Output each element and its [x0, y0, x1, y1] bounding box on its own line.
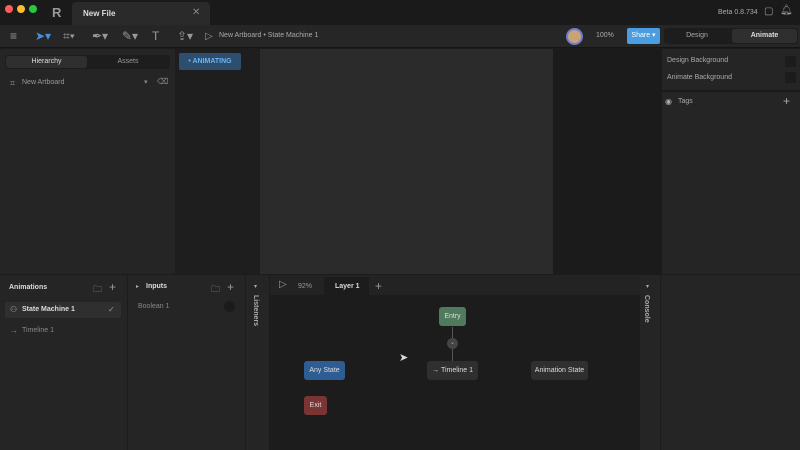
tab-assets[interactable]: Assets — [88, 58, 168, 65]
add-input-button[interactable]: + — [227, 280, 234, 294]
bottom-right-panel — [661, 275, 800, 450]
animation-state-node[interactable]: Animation State — [531, 361, 588, 380]
check-icon: ✓ — [108, 305, 115, 314]
folder-icon[interactable]: 🗀︎ — [211, 282, 220, 298]
artboard-tool-icon[interactable]: ⌗▾ — [63, 29, 75, 44]
tab-layer-1[interactable]: Layer 1 — [324, 277, 369, 295]
animate-background-label: Animate Background — [667, 74, 732, 81]
export-tool-icon[interactable]: ⇪▾ — [177, 29, 193, 43]
input-item-boolean[interactable]: Boolean 1 — [138, 303, 170, 310]
divider — [662, 90, 800, 92]
state-machine-icon: ⚇ — [10, 305, 18, 314]
animating-label: ANIMATING — [192, 58, 232, 65]
timeline-node[interactable]: → Timeline 1 — [427, 361, 478, 380]
layer-tab-label: Layer 1 — [335, 283, 360, 290]
stage-right — [553, 49, 662, 274]
file-tab[interactable]: New File ✕ — [72, 2, 210, 25]
exit-node[interactable]: Exit — [304, 396, 327, 415]
inputs-title: Inputs — [146, 283, 167, 290]
bell-icon[interactable]: 🔔︎ — [780, 5, 793, 16]
menu-icon[interactable]: ≡ — [10, 29, 17, 43]
select-tool-icon[interactable]: ➤▾ — [35, 29, 51, 43]
hierarchy-item-artboard[interactable]: New Artboard — [22, 79, 64, 86]
design-background-swatch[interactable] — [785, 56, 796, 67]
artboard-canvas[interactable] — [260, 49, 553, 274]
add-tag-button[interactable]: + — [783, 94, 790, 108]
tab-hierarchy[interactable]: Hierarchy — [6, 56, 87, 68]
chevron-down-icon[interactable]: ▾ — [646, 283, 649, 290]
chevron-down-icon[interactable]: ▾ — [144, 78, 148, 86]
console-label[interactable]: Console — [643, 295, 650, 323]
inspector-panel — [662, 49, 800, 274]
transition-icon[interactable]: ⌄ — [447, 338, 458, 349]
text-tool-icon[interactable]: T — [152, 29, 159, 43]
design-mode-tab[interactable]: Design — [664, 32, 730, 39]
zoom-dropdown[interactable]: 100% — [596, 32, 614, 39]
animate-background-swatch[interactable] — [785, 72, 796, 83]
close-window-button[interactable] — [5, 5, 13, 13]
feedback-icon[interactable]: ▢ — [764, 6, 773, 17]
entry-node[interactable]: Entry — [439, 307, 466, 326]
design-background-label: Design Background — [667, 57, 729, 64]
share-label: Share — [631, 32, 651, 39]
artboard-icon: ⌗ — [10, 78, 16, 88]
play-icon[interactable]: ▷ — [279, 279, 287, 290]
play-icon[interactable]: ▷ — [205, 31, 213, 42]
animations-title: Animations — [9, 284, 48, 291]
tags-label: Tags — [678, 98, 693, 105]
animate-mode-tab[interactable]: Animate — [732, 29, 797, 43]
version-label: Beta 0.8.734 — [718, 9, 758, 16]
add-animation-button[interactable]: + — [109, 280, 116, 294]
stage-left — [175, 49, 260, 274]
animation-item-timeline[interactable]: Timeline 1 — [22, 327, 54, 334]
boolean-toggle[interactable] — [224, 301, 235, 312]
any-state-node[interactable]: Any State — [304, 361, 345, 380]
graph-zoom[interactable]: 92% — [298, 283, 312, 290]
timeline-icon: → — [10, 326, 18, 335]
add-layer-button[interactable]: + — [375, 279, 382, 293]
listeners-label[interactable]: Listeners — [252, 295, 259, 326]
rive-logo-icon[interactable]: R — [52, 5, 61, 20]
cursor-icon: ➤ — [399, 352, 409, 364]
collapse-icon[interactable]: ▸ — [136, 283, 139, 290]
share-button[interactable]: Share ▾ — [627, 28, 660, 44]
folder-icon[interactable]: 🗀︎ — [93, 282, 102, 298]
minimize-window-button[interactable] — [17, 5, 25, 13]
close-tab-icon[interactable]: ✕ — [192, 7, 200, 18]
animating-badge: • ANIMATING — [179, 53, 241, 70]
breadcrumb[interactable]: New Artboard • State Machine 1 — [219, 32, 318, 39]
maximize-window-button[interactable] — [29, 5, 37, 13]
shape-tool-icon[interactable]: ✎▾ — [122, 29, 138, 43]
avatar[interactable] — [566, 28, 583, 45]
chevron-down-icon[interactable]: ▾ — [254, 283, 257, 290]
animation-item-label: State Machine 1 — [22, 306, 75, 313]
eraser-icon[interactable]: ⌫ — [157, 77, 168, 86]
collapse-icon[interactable]: ◉ — [665, 97, 672, 106]
file-tab-title: New File — [83, 9, 116, 18]
timeline-node-label: Timeline 1 — [440, 367, 473, 374]
pen-tool-icon[interactable]: ✒▾ — [92, 29, 108, 43]
